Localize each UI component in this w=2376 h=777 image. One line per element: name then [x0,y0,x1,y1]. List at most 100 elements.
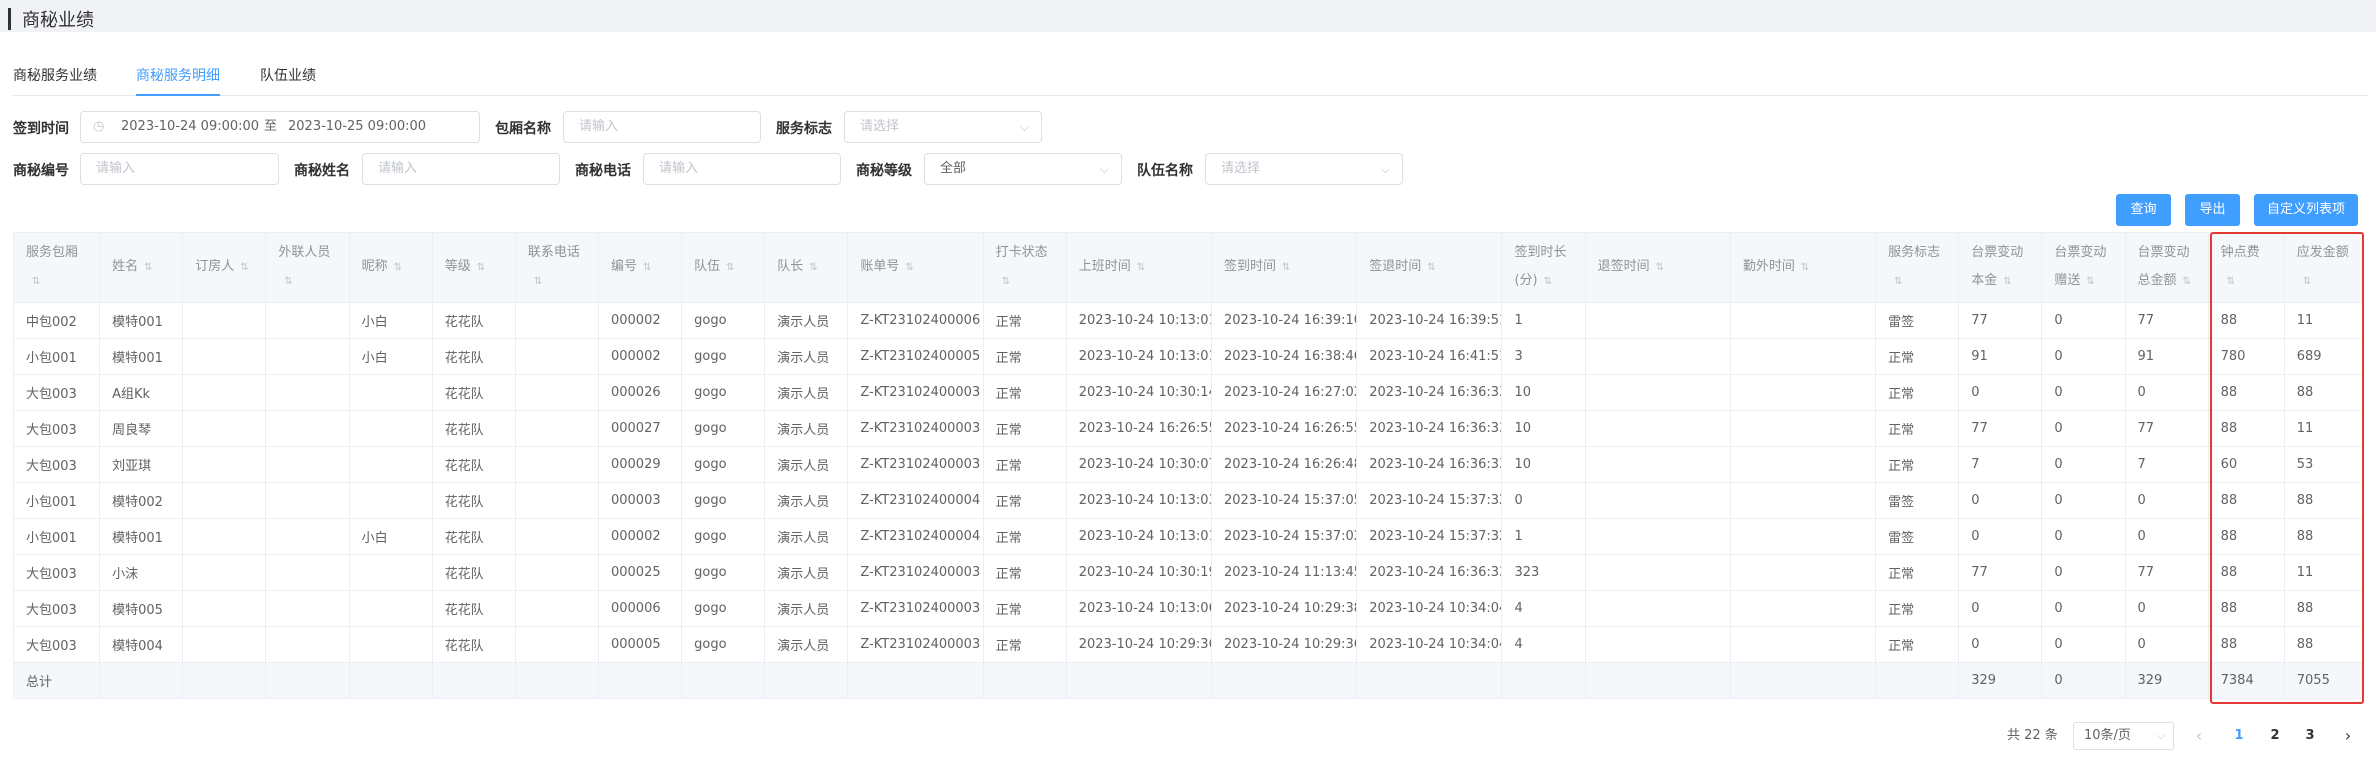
column-header[interactable]: 服务标志 ⇅ [1875,232,1960,303]
date-range-separator: 至 [264,119,278,134]
custom-columns-button[interactable]: 自定义列表项 [2254,194,2358,226]
column-header[interactable]: 等级 ⇅ [431,232,516,303]
sort-icon[interactable]: ⇅ [534,276,542,287]
next-page-button[interactable]: › [2334,722,2362,750]
secretary-phone-input[interactable]: 请输入 [643,153,841,185]
table-cell [265,518,350,555]
sort-icon[interactable]: ⇅ [643,262,651,273]
sort-icon[interactable]: ⇅ [2086,276,2094,287]
prev-page-button[interactable]: ‹ [2185,722,2213,750]
sort-icon[interactable]: ⇅ [2227,276,2235,287]
page-2-button[interactable]: 2 [2261,722,2289,750]
sort-icon[interactable]: ⇅ [32,276,40,287]
sort-icon[interactable]: ⇅ [284,276,292,287]
table-cell: 正常 [982,590,1067,627]
query-button[interactable]: 查询 [2116,194,2171,226]
team-name-select[interactable]: 请选择 ⌵ [1205,153,1403,185]
column-header[interactable]: 打卡状态 ⇅ [982,232,1067,303]
column-header[interactable]: 账单号 ⇅ [847,232,984,303]
table-cell: 演示人员 [764,554,849,591]
table-cell: 000006 [597,590,683,627]
service-flag-select[interactable]: 请选择 ⌵ [844,111,1042,143]
page-3-button[interactable]: 3 [2296,722,2324,750]
column-header[interactable]: 姓名 ⇅ [99,232,184,303]
sort-icon[interactable]: ⇅ [1656,262,1664,273]
page-1-button[interactable]: 1 [2225,722,2253,750]
table-cell [1584,338,1731,375]
room-name-input[interactable]: 请输入 [563,111,761,143]
column-header[interactable]: 昵称 ⇅ [348,232,433,303]
table-row[interactable]: 大包003 模特005 花花队 000006 gogo 演示人员 Z-KT231024000… [12,590,2364,627]
column-header[interactable]: 退签时间 ⇅ [1584,232,1731,303]
table-row[interactable]: 大包003 刘亚琪 花花队 000029 gogo 演示人员 Z-KT23102400003… [12,446,2364,483]
table-cell: 2023-10-24 16:36:33 [1356,446,1503,483]
column-header-label: 等级 [444,259,471,274]
table-row[interactable]: 大包003 周良琴 花花队 000027 gogo 演示人员 Z-KT23102400003… [12,410,2364,447]
column-header[interactable]: 钟点费 ⇅ [2207,232,2285,303]
column-header[interactable]: 上班时间 ⇅ [1065,232,1213,303]
column-header[interactable]: 台票变动本金 ⇅ [1958,232,2043,303]
sort-icon[interactable]: ⇅ [2303,276,2311,287]
column-header[interactable]: 外联人员 ⇅ [265,232,350,303]
sort-icon[interactable]: ⇅ [1282,262,1290,273]
table-cell: 323 [1501,554,1586,591]
sort-icon[interactable]: ⇅ [1427,262,1435,273]
tab-team-performance[interactable]: 队伍业绩 [260,66,316,96]
sort-icon[interactable]: ⇅ [726,262,734,273]
table-cell: 10 [1501,410,1586,447]
column-header[interactable]: 队伍 ⇅ [681,232,766,303]
page-size-select[interactable]: 10条/页 ⌵ [2073,722,2174,750]
table-row[interactable]: 中包002 模特001 小白 花花队 000002 gogo 演示人员 Z-KT2310240… [12,302,2364,339]
column-header[interactable]: 编号 ⇅ [597,232,683,303]
column-header[interactable]: 签到时长(分) ⇅ [1501,232,1586,303]
room-name-label: 包厢名称 [495,121,551,137]
column-header[interactable]: 签退时间 ⇅ [1356,232,1503,303]
table-row[interactable]: 小包001 模特002 花花队 000003 gogo 演示人员 Z-KT231024000… [12,482,2364,519]
sort-icon[interactable]: ⇅ [2003,276,2011,287]
sort-icon[interactable]: ⇅ [1002,276,1010,287]
column-header[interactable]: 台票变动总金额 ⇅ [2124,232,2209,303]
sort-icon[interactable]: ⇅ [1801,262,1809,273]
table-cell: 4 [1501,590,1586,627]
table-row[interactable]: 大包003 小沫 花花队 000025 gogo 演示人员 Z-KT23102400003 正… [12,554,2364,591]
column-header[interactable]: 队长 ⇅ [764,232,849,303]
secretary-name-input[interactable]: 请输入 [362,153,560,185]
sort-icon[interactable]: ⇅ [809,262,817,273]
column-header[interactable]: 签到时间 ⇅ [1210,232,1358,303]
column-header[interactable]: 台票变动赠送 ⇅ [2041,232,2126,303]
table-row[interactable]: 大包003 模特004 花花队 000005 gogo 演示人员 Z-KT231024000… [12,626,2364,663]
table-cell [182,302,267,339]
table-cell: 模特001 [99,338,184,375]
table-cell [1584,446,1731,483]
sort-icon[interactable]: ⇅ [1137,262,1145,273]
column-header[interactable]: 应发金额 ⇅ [2283,232,2364,303]
tab-service-detail[interactable]: 商秘服务明细 [136,66,220,96]
table-cell: 2023-10-24 16:26:55 [1065,410,1213,447]
export-button[interactable]: 导出 [2185,194,2240,226]
sort-icon[interactable]: ⇅ [144,262,152,273]
sort-icon[interactable]: ⇅ [477,262,485,273]
table-cell [182,518,267,555]
table-row[interactable]: 大包003 A组Kk 花花队 000026 gogo 演示人员 Z-KT2310240000… [12,374,2364,411]
column-header[interactable]: 勤外时间 ⇅ [1729,232,1877,303]
table-row[interactable]: 小包001 模特001 小白 花花队 000002 gogo 演示人员 Z-KT2310240… [12,518,2364,555]
secretary-no-input[interactable]: 请输入 [80,153,279,185]
sort-icon[interactable]: ⇅ [394,262,402,273]
table-row[interactable]: 小包001 模特001 小白 花花队 000002 gogo 演示人员 Z-KT2310240… [12,338,2364,375]
sort-icon[interactable]: ⇅ [2183,276,2191,287]
date-range-picker[interactable]: ◷ 2023-10-24 09:00:00 至 2023-10-25 09:00… [80,111,480,143]
sort-icon[interactable]: ⇅ [1544,276,1552,287]
table-cell: 演示人员 [764,410,849,447]
sort-icon[interactable]: ⇅ [1894,276,1902,287]
table-cell: gogo [681,626,766,663]
sort-icon[interactable]: ⇅ [905,262,913,273]
sort-icon[interactable]: ⇅ [240,262,248,273]
column-header[interactable]: 订房人 ⇅ [182,232,267,303]
column-header[interactable]: 服务包厢 ⇅ [12,232,101,303]
secretary-name-placeholder: 请输入 [378,161,418,176]
table-cell: 2023-10-24 15:37:32 [1356,518,1503,555]
column-header[interactable]: 联系电话 ⇅ [514,232,599,303]
tab-service-performance[interactable]: 商秘服务业绩 [13,66,97,96]
secretary-level-select[interactable]: 全部 ⌵ [924,153,1122,185]
table-cell: 77 [2124,410,2209,447]
